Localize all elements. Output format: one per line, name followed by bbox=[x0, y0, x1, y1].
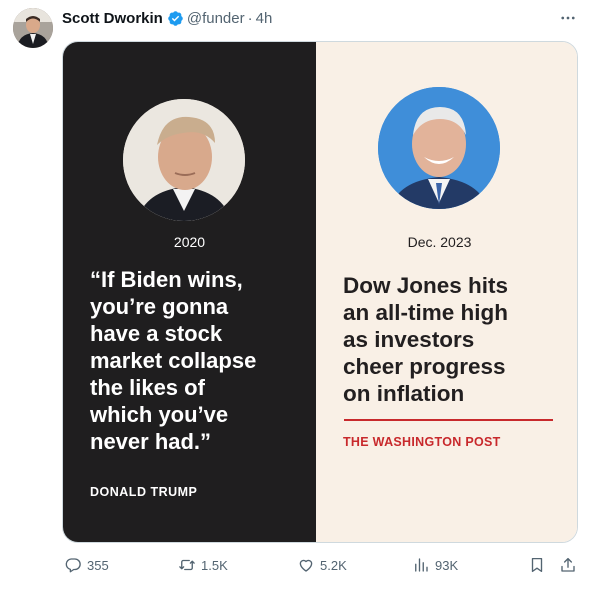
reply-button[interactable]: 355 bbox=[64, 553, 109, 577]
avatar[interactable] bbox=[13, 8, 53, 48]
action-bar: 355 1.5K 5.2K 93K bbox=[0, 553, 599, 577]
bookmark-button[interactable] bbox=[528, 553, 546, 577]
views-button[interactable]: 93K bbox=[412, 553, 458, 577]
trump-quote: “If Biden wins, you’re gonna have a stoc… bbox=[90, 266, 312, 455]
quote-line: market collapse bbox=[90, 348, 257, 373]
headline-line: on inflation bbox=[343, 381, 465, 406]
news-source: THE WASHINGTON POST bbox=[343, 435, 501, 449]
headline-line: as investors bbox=[343, 327, 475, 352]
share-button[interactable] bbox=[559, 553, 577, 577]
repost-button[interactable]: 1.5K bbox=[178, 553, 228, 577]
reply-count: 355 bbox=[87, 557, 109, 573]
news-headline: Dow Jones hits an all-time high as inves… bbox=[343, 272, 575, 407]
bookmark-icon bbox=[531, 557, 543, 573]
like-count: 5.2K bbox=[320, 557, 347, 573]
headline-line: Dow Jones hits bbox=[343, 273, 509, 298]
quote-attribution: DONALD TRUMP bbox=[90, 485, 198, 499]
biden-portrait bbox=[378, 87, 500, 209]
tweet: Scott Dworkin @funder · 4h 2020 “If Bide… bbox=[0, 0, 599, 589]
headline-line: cheer progress bbox=[343, 354, 506, 379]
quote-line: the likes of bbox=[90, 375, 205, 400]
left-panel: 2020 “If Biden wins, you’re gonna have a… bbox=[63, 42, 316, 542]
reply-icon bbox=[65, 558, 81, 573]
view-count: 93K bbox=[435, 557, 459, 573]
tweet-timestamp[interactable]: 4h bbox=[256, 10, 273, 27]
separator-dot: · bbox=[247, 9, 253, 27]
quote-line: you’re gonna bbox=[90, 294, 229, 319]
like-icon bbox=[299, 559, 313, 572]
repost-count: 1.5K bbox=[201, 557, 228, 573]
right-panel: Dec. 2023 Dow Jones hits an all-time hig… bbox=[316, 42, 577, 542]
more-icon[interactable] bbox=[558, 8, 578, 28]
quote-line: which you’ve bbox=[90, 402, 229, 427]
quote-line: “If Biden wins, bbox=[90, 267, 243, 292]
quote-year: 2020 bbox=[173, 234, 206, 250]
author-handle[interactable]: @funder bbox=[187, 10, 245, 27]
views-icon bbox=[415, 558, 428, 572]
headline-divider bbox=[344, 419, 553, 421]
headline-date: Dec. 2023 bbox=[407, 234, 472, 250]
avatar-image bbox=[13, 8, 53, 48]
media-image[interactable]: 2020 “If Biden wins, you’re gonna have a… bbox=[62, 41, 578, 543]
quote-line: have a stock bbox=[90, 321, 223, 346]
author-name[interactable]: Scott Dworkin bbox=[62, 10, 163, 27]
quote-line: never had.” bbox=[90, 429, 212, 454]
like-button[interactable]: 5.2K bbox=[297, 553, 347, 577]
share-icon bbox=[561, 557, 575, 572]
repost-icon bbox=[179, 559, 195, 571]
headline-line: an all-time high bbox=[343, 300, 509, 325]
verified-badge-icon bbox=[168, 10, 183, 26]
tweet-header: Scott Dworkin @funder · 4h bbox=[62, 8, 272, 28]
trump-portrait bbox=[123, 99, 245, 221]
